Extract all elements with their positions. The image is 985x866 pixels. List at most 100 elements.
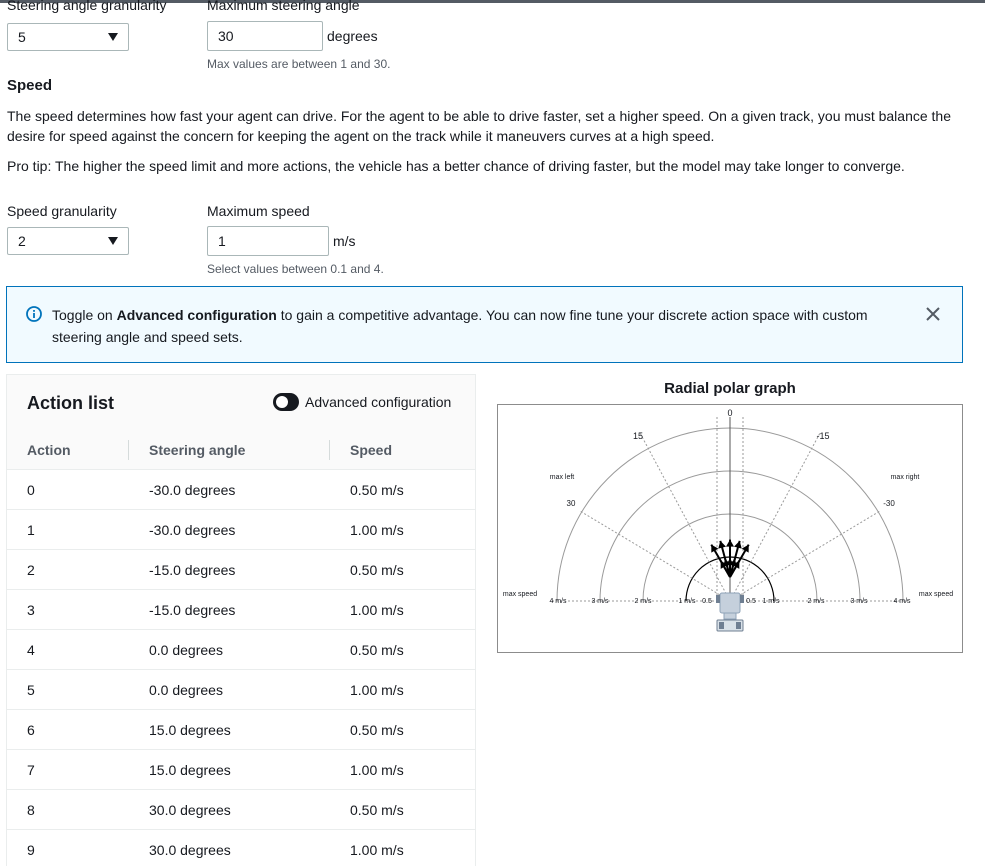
action-list-panel: Action list Advanced configuration Actio… — [6, 374, 476, 866]
speed-cell: 1.00 m/s — [350, 521, 404, 538]
speed-tick: 3 m/s — [850, 598, 868, 605]
advanced-configuration-toggle[interactable] — [273, 393, 299, 411]
radial-polar-graph: 0 15 -15 30 -30 max left max right max s… — [497, 404, 963, 653]
max-steering-input[interactable] — [207, 21, 323, 51]
speed-cell: 0.50 m/s — [350, 561, 404, 578]
speed-granularity-label: Speed granularity — [7, 203, 117, 219]
steering-cell: 30.0 degrees — [149, 841, 231, 858]
speed-pro-tip: Pro tip: The higher the speed limit and … — [7, 158, 905, 174]
speed-cell: 0.50 m/s — [350, 481, 404, 498]
action-cell: 6 — [27, 721, 35, 738]
table-row: 9 30.0 degrees 1.00 m/s — [7, 830, 475, 866]
speed-cell: 1.00 m/s — [350, 601, 404, 618]
action-cell: 4 — [27, 641, 35, 658]
car-icon — [716, 592, 744, 632]
action-arrowhead-3 — [734, 540, 742, 549]
max-speed-right-label: max speed — [919, 591, 953, 598]
speed-tick: 3 m/s — [591, 598, 609, 605]
steering-cell: 15.0 degrees — [149, 761, 231, 778]
action-cell: 9 — [27, 841, 35, 858]
action-table: Action Steering angle Speed 0 -30.0 degre… — [7, 430, 475, 866]
steering-cell: -30.0 degrees — [149, 521, 236, 538]
speed-cell: 1.00 m/s — [350, 761, 404, 778]
steering-unit: degrees — [327, 28, 378, 44]
advanced-configuration-label: Advanced configuration — [305, 394, 452, 410]
action-cell: 3 — [27, 601, 35, 618]
steering-granularity-value: 5 — [18, 29, 26, 45]
action-cell: 0 — [27, 481, 35, 498]
table-row: 4 0.0 degrees 0.50 m/s — [7, 630, 475, 670]
steering-cell: 0.0 degrees — [149, 641, 223, 658]
speed-tick: 1 m/s — [678, 598, 696, 605]
table-header: Action Steering angle Speed — [7, 430, 475, 470]
steering-granularity-label: Steering angle granularity — [7, 0, 167, 13]
speed-tick: 1 m/s — [762, 598, 780, 605]
angle-label-right-30: -30 — [883, 499, 895, 508]
steering-granularity-select[interactable]: 5 — [7, 23, 129, 51]
steering-cell: 0.0 degrees — [149, 681, 223, 698]
polar-graph-svg: 0 15 -15 30 -30 max left max right max s… — [503, 408, 953, 632]
column-header-speed: Speed — [350, 441, 393, 458]
max-speed-label: Maximum speed — [207, 203, 310, 219]
speed-tick: 2 m/s — [634, 598, 652, 605]
chevron-down-icon — [108, 237, 118, 245]
table-row: 6 15.0 degrees 0.50 m/s — [7, 710, 475, 750]
speed-tick: 4 m/s — [893, 598, 911, 605]
toggle-knob — [276, 396, 288, 408]
action-cell: 5 — [27, 681, 35, 698]
table-row: 1 -30.0 degrees 1.00 m/s — [7, 510, 475, 550]
table-row: 7 15.0 degrees 1.00 m/s — [7, 750, 475, 790]
speed-cell: 0.50 m/s — [350, 721, 404, 738]
table-row: 2 -15.0 degrees 0.50 m/s — [7, 550, 475, 590]
action-list-title: Action list — [27, 393, 115, 413]
action-cell: 2 — [27, 561, 35, 578]
alert-emphasis: Advanced configuration — [116, 307, 277, 323]
action-cell: 8 — [27, 801, 35, 818]
max-speed-input[interactable] — [207, 226, 329, 256]
speed-tick: 0.5 — [746, 598, 756, 605]
speed-cell: 1.00 m/s — [350, 681, 404, 698]
max-steering-label: Maximum steering angle — [207, 0, 360, 13]
action-arrowhead-5 — [726, 539, 734, 547]
info-alert: Toggle on Advanced configuration to gain… — [6, 286, 963, 363]
chevron-down-icon — [108, 33, 118, 41]
speed-tick: 4 m/s — [549, 598, 567, 605]
speed-granularity-select[interactable]: 2 — [7, 227, 129, 255]
angle-label-left-15: 15 — [633, 431, 643, 441]
speed-description: The speed determines how fast your agent… — [7, 108, 951, 144]
alert-message: Toggle on Advanced configuration to gain… — [52, 304, 902, 348]
alert-prefix: Toggle on — [52, 307, 117, 323]
angle-label-left-30: 30 — [567, 499, 576, 508]
speed-tick: 0.5 — [702, 598, 712, 605]
angle-label-0: 0 — [727, 408, 732, 418]
speed-unit: m/s — [333, 233, 356, 249]
angle-label-right-15: -15 — [816, 431, 829, 441]
speed-granularity-value: 2 — [18, 233, 26, 249]
action-cell: 7 — [27, 761, 35, 778]
max-speed-left-label: max speed — [503, 591, 537, 598]
action-cell: 1 — [27, 521, 35, 538]
table-row: 0 -30.0 degrees 0.50 m/s — [7, 470, 475, 510]
speed-tick: 2 m/s — [807, 598, 825, 605]
steering-cell: 15.0 degrees — [149, 721, 231, 738]
steering-cell: -30.0 degrees — [149, 481, 236, 498]
speed-cell: 0.50 m/s — [350, 641, 404, 658]
speed-cell: 1.00 m/s — [350, 841, 404, 858]
max-left-label: max left — [550, 474, 575, 481]
steering-cell: 30.0 degrees — [149, 801, 231, 818]
column-header-action: Action — [27, 441, 71, 458]
table-row: 3 -15.0 degrees 1.00 m/s — [7, 590, 475, 630]
speed-cell: 0.50 m/s — [350, 801, 404, 818]
action-arrowhead-7 — [718, 540, 726, 549]
speed-heading: Speed — [7, 77, 53, 94]
graph-title: Radial polar graph — [664, 380, 796, 397]
close-icon[interactable] — [925, 306, 941, 322]
steering-cell: -15.0 degrees — [149, 601, 236, 618]
steering-cell: -15.0 degrees — [149, 561, 236, 578]
steering-hint: Max values are between 1 and 30. — [207, 57, 391, 71]
table-row: 5 0.0 degrees 1.00 m/s — [7, 670, 475, 710]
table-row: 8 30.0 degrees 0.50 m/s — [7, 790, 475, 830]
info-icon — [26, 306, 42, 322]
speed-hint: Select values between 0.1 and 4. — [207, 262, 384, 276]
column-header-steering: Steering angle — [149, 441, 246, 458]
